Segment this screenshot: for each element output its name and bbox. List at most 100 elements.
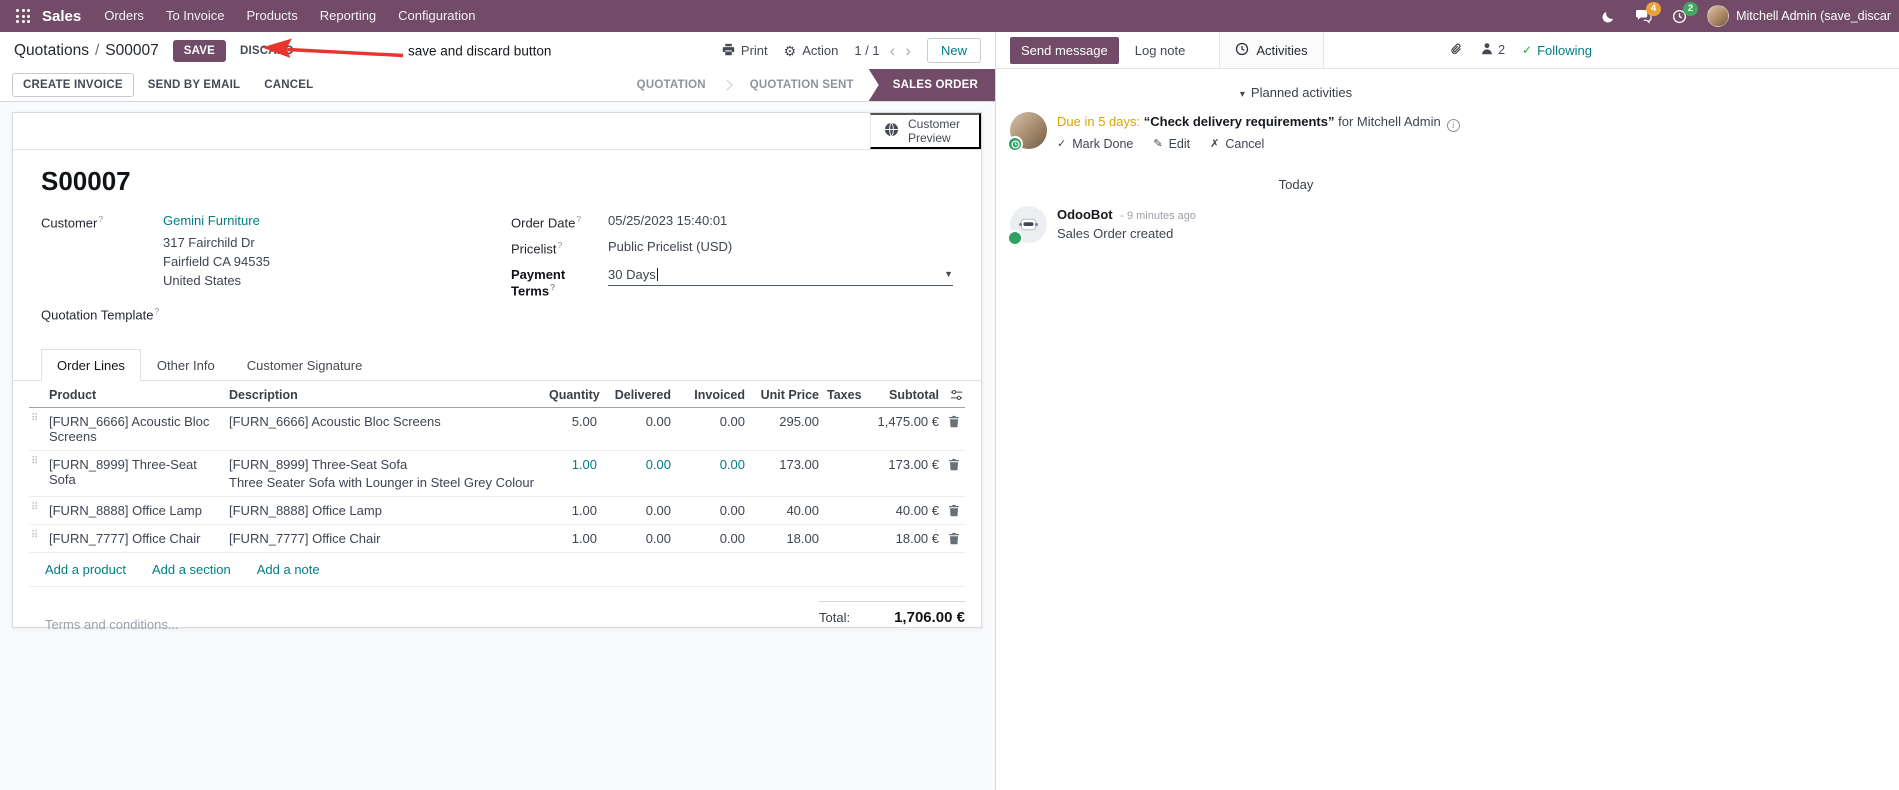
taxes-cell[interactable] bbox=[823, 451, 863, 463]
activities-clock-icon[interactable]: 2 bbox=[1672, 1, 1699, 24]
invoiced-cell[interactable]: 0.00 bbox=[675, 451, 749, 478]
add-product-link[interactable]: Add a product bbox=[45, 562, 126, 577]
delete-line-icon[interactable] bbox=[943, 497, 965, 517]
optional-columns-icon[interactable] bbox=[943, 383, 965, 401]
menu-orders[interactable]: Orders bbox=[93, 0, 155, 32]
send-by-email-button[interactable]: SEND BY EMAIL bbox=[138, 74, 250, 96]
invoiced-cell[interactable]: 0.00 bbox=[675, 497, 749, 524]
order-date-label: Order Date? bbox=[511, 214, 582, 231]
pricelist-label: Pricelist? bbox=[511, 240, 563, 257]
send-message-button[interactable]: Send message bbox=[1010, 36, 1119, 64]
stage-quotation-sent[interactable]: QUOTATION SENT bbox=[735, 69, 869, 101]
edit-activity-button[interactable]: ✎ Edit bbox=[1153, 137, 1190, 151]
unit-price-cell[interactable]: 173.00 bbox=[749, 451, 823, 478]
odoobot-avatar[interactable] bbox=[1007, 205, 1047, 246]
activity-avatar[interactable] bbox=[1007, 112, 1047, 152]
save-button[interactable]: SAVE bbox=[172, 39, 226, 62]
delivered-cell[interactable]: 0.00 bbox=[601, 497, 675, 524]
action-button[interactable]: ⚙ Action bbox=[784, 43, 839, 58]
print-button[interactable]: Print bbox=[722, 43, 768, 59]
col-delivered: Delivered bbox=[614, 388, 671, 403]
info-icon[interactable]: i bbox=[1446, 118, 1460, 132]
taxes-cell[interactable] bbox=[823, 408, 863, 420]
drag-handle-icon[interactable]: ⠿ bbox=[29, 408, 45, 424]
description-cell[interactable]: [FURN_7777] Office Chair bbox=[225, 525, 545, 552]
mark-done-button[interactable]: ✓ Mark Done bbox=[1057, 137, 1133, 151]
product-cell[interactable]: [FURN_7777] Office Chair bbox=[45, 525, 225, 552]
stage-quotation[interactable]: QUOTATION bbox=[622, 69, 721, 101]
customer-preview-button[interactable]: Customer Preview bbox=[870, 113, 981, 149]
description-cell[interactable]: [FURN_8888] Office Lamp bbox=[225, 497, 545, 524]
add-note-link[interactable]: Add a note bbox=[257, 562, 320, 577]
unit-price-cell[interactable]: 18.00 bbox=[749, 525, 823, 552]
message-content: OdooBot - 9 minutes ago Sales Order crea… bbox=[1057, 206, 1196, 243]
delete-line-icon[interactable] bbox=[943, 451, 965, 471]
planned-activities-header[interactable]: ▾ Planned activities bbox=[996, 85, 1596, 100]
discard-button[interactable]: DISCARD bbox=[232, 41, 302, 61]
cancel-button[interactable]: CANCEL bbox=[254, 74, 323, 96]
delete-line-icon[interactable] bbox=[943, 525, 965, 545]
invoiced-cell[interactable]: 0.00 bbox=[675, 525, 749, 552]
pricelist-field[interactable]: Public Pricelist (USD) bbox=[608, 239, 732, 254]
add-section-link[interactable]: Add a section bbox=[152, 562, 231, 577]
drag-handle-icon[interactable]: ⠿ bbox=[29, 525, 45, 541]
pager-previous-icon[interactable]: ‹ bbox=[890, 42, 896, 59]
systray: 4 2 Mitchell Admin (save_discar bbox=[1602, 1, 1893, 27]
unit-price-cell[interactable]: 40.00 bbox=[749, 497, 823, 524]
drag-handle-icon[interactable]: ⠿ bbox=[29, 497, 45, 513]
paperclip-icon[interactable] bbox=[1450, 42, 1463, 59]
menu-reporting[interactable]: Reporting bbox=[309, 0, 387, 32]
message-item: OdooBot - 9 minutes ago Sales Order crea… bbox=[996, 204, 1596, 246]
quantity-cell[interactable]: 1.00 bbox=[545, 451, 601, 478]
taxes-cell[interactable] bbox=[823, 525, 863, 537]
drag-handle-icon[interactable]: ⠿ bbox=[29, 451, 45, 467]
description-cell[interactable]: [FURN_8999] Three-Seat Sofa Three Seater… bbox=[225, 451, 545, 496]
messages-icon[interactable]: 4 bbox=[1635, 1, 1662, 24]
taxes-cell[interactable] bbox=[823, 497, 863, 509]
product-cell[interactable]: [FURN_8888] Office Lamp bbox=[45, 497, 225, 524]
terms-placeholder[interactable]: Terms and conditions... bbox=[45, 617, 179, 632]
app-name[interactable]: Sales bbox=[42, 8, 81, 25]
cancel-activity-button[interactable]: ✗ Cancel bbox=[1210, 137, 1264, 151]
delete-line-icon[interactable] bbox=[943, 408, 965, 428]
pager-next-icon[interactable]: › bbox=[905, 42, 911, 59]
moon-icon[interactable] bbox=[1602, 10, 1615, 23]
quantity-cell[interactable]: 1.00 bbox=[545, 525, 601, 552]
quantity-cell[interactable]: 5.00 bbox=[545, 408, 601, 435]
table-row[interactable]: ⠿ [FURN_6666] Acoustic Bloc Screens [FUR… bbox=[29, 408, 965, 452]
stage-sales-order[interactable]: SALES ORDER bbox=[868, 69, 995, 101]
following-button[interactable]: ✓ Following bbox=[1522, 43, 1592, 58]
table-row[interactable]: ⠿ [FURN_7777] Office Chair [FURN_7777] O… bbox=[29, 525, 965, 554]
product-cell[interactable]: [FURN_8999] Three-Seat Sofa bbox=[45, 451, 225, 493]
table-row[interactable]: ⠿ [FURN_8888] Office Lamp [FURN_8888] Of… bbox=[29, 497, 965, 526]
delivered-cell[interactable]: 0.00 bbox=[601, 525, 675, 552]
menu-configuration[interactable]: Configuration bbox=[387, 0, 486, 32]
breadcrumb-quotations[interactable]: Quotations bbox=[14, 42, 89, 60]
invoiced-cell[interactable]: 0.00 bbox=[675, 408, 749, 435]
payment-terms-input[interactable]: 30 Days ▼ bbox=[608, 267, 953, 286]
description-cell[interactable]: [FURN_6666] Acoustic Bloc Screens bbox=[225, 408, 545, 435]
menu-products[interactable]: Products bbox=[235, 0, 308, 32]
new-button[interactable]: New bbox=[926, 38, 981, 63]
delivered-cell[interactable]: 0.00 bbox=[601, 451, 675, 478]
product-cell[interactable]: [FURN_6666] Acoustic Bloc Screens bbox=[45, 408, 225, 450]
activities-tab[interactable]: Activities bbox=[1219, 32, 1324, 68]
order-date-field[interactable]: 05/25/2023 15:40:01 bbox=[608, 213, 727, 228]
quantity-cell[interactable]: 1.00 bbox=[545, 497, 601, 524]
log-note-button[interactable]: Log note bbox=[1125, 38, 1196, 63]
create-invoice-button[interactable]: CREATE INVOICE bbox=[12, 73, 134, 97]
apps-menu-icon[interactable] bbox=[10, 0, 36, 32]
tab-order-lines[interactable]: Order Lines bbox=[41, 349, 141, 382]
customer-link[interactable]: Gemini Furniture bbox=[163, 213, 270, 228]
tab-other-info[interactable]: Other Info bbox=[141, 349, 231, 381]
unit-price-cell[interactable]: 295.00 bbox=[749, 408, 823, 435]
payment-terms-label: Payment Terms? bbox=[511, 266, 566, 298]
chevron-down-icon[interactable]: ▼ bbox=[944, 269, 953, 279]
delivered-cell[interactable]: 0.00 bbox=[601, 408, 675, 435]
menu-to-invoice[interactable]: To Invoice bbox=[155, 0, 236, 32]
table-row[interactable]: ⠿ [FURN_8999] Three-Seat Sofa [FURN_8999… bbox=[29, 451, 965, 498]
pager-value: 1 / 1 bbox=[854, 43, 880, 58]
followers-button[interactable]: 2 bbox=[1480, 42, 1505, 58]
user-menu[interactable]: Mitchell Admin (save_discar bbox=[1707, 5, 1891, 27]
tab-customer-signature[interactable]: Customer Signature bbox=[231, 349, 379, 381]
